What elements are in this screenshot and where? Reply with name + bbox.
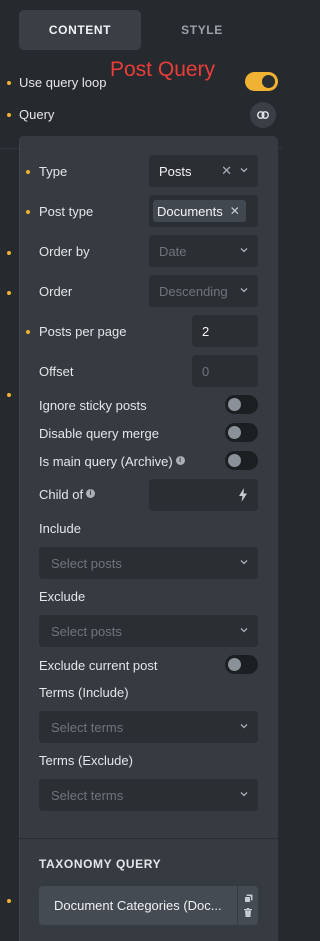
posts-per-page-value: 2 xyxy=(202,323,210,339)
toggle-knob xyxy=(228,454,241,467)
taxonomy-query-title: TAXONOMY QUERY xyxy=(39,857,162,871)
copy-icon[interactable] xyxy=(243,894,253,904)
modified-indicator xyxy=(26,170,30,174)
tab-content[interactable]: CONTENT xyxy=(19,10,141,50)
type-select[interactable]: Posts ✕ xyxy=(149,155,258,187)
post-type-chip: Documents ✕ xyxy=(153,200,246,222)
terms-include-placeholder: Select terms xyxy=(51,719,124,735)
exclude-label: Exclude xyxy=(39,589,86,604)
terms-exclude-label: Terms (Exclude) xyxy=(39,753,133,768)
remove-chip-icon[interactable]: ✕ xyxy=(230,204,240,218)
modified-indicator xyxy=(7,393,11,397)
include-label: Include xyxy=(39,521,81,536)
exclude-select[interactable]: Select posts xyxy=(39,615,258,647)
child-of-input[interactable] xyxy=(149,479,258,511)
query-edit-button[interactable] xyxy=(250,102,276,128)
ignore-sticky-label: Ignore sticky posts xyxy=(39,398,147,413)
main-query-toggle[interactable] xyxy=(225,451,258,470)
modified-indicator xyxy=(26,210,30,214)
disable-merge-toggle[interactable] xyxy=(225,423,258,442)
main-query-label: Is main query (Archive) xyxy=(39,454,173,469)
toggle-knob xyxy=(228,658,241,671)
order-by-select[interactable]: Date xyxy=(149,235,258,267)
query-label: Query xyxy=(19,107,55,122)
info-icon[interactable]: i xyxy=(86,489,96,498)
posts-per-page-input[interactable]: 2 xyxy=(192,315,258,347)
dynamic-data-icon[interactable] xyxy=(238,488,248,502)
offset-input[interactable]: 0 xyxy=(192,355,258,387)
type-value: Posts xyxy=(159,163,192,179)
info-icon[interactable]: i xyxy=(175,456,185,465)
annotation-text: Post Query xyxy=(110,58,216,81)
offset-placeholder: 0 xyxy=(202,363,210,379)
clear-icon[interactable]: ✕ xyxy=(221,163,232,179)
ignore-sticky-toggle[interactable] xyxy=(225,395,258,414)
exclude-current-toggle[interactable] xyxy=(225,655,258,674)
tab-bar: CONTENT STYLE xyxy=(19,10,263,50)
modified-indicator xyxy=(7,81,11,85)
use-query-loop-label: Use query loop xyxy=(19,75,107,90)
modified-indicator xyxy=(7,291,11,295)
order-label: Order xyxy=(39,284,73,299)
link-icon xyxy=(257,111,269,119)
chevron-down-icon xyxy=(240,560,248,565)
chevron-down-icon xyxy=(240,724,248,729)
terms-include-label: Terms (Include) xyxy=(39,685,129,700)
modified-indicator xyxy=(7,251,11,255)
include-select[interactable]: Select posts xyxy=(39,547,258,579)
terms-exclude-placeholder: Select terms xyxy=(51,787,124,803)
type-label: Type xyxy=(39,164,68,179)
chevron-down-icon xyxy=(240,168,248,173)
post-type-select[interactable]: Documents ✕ xyxy=(149,195,258,227)
modified-indicator xyxy=(7,899,11,903)
chevron-down-icon xyxy=(240,792,248,797)
terms-include-select[interactable]: Select terms xyxy=(39,711,258,743)
trash-icon[interactable] xyxy=(244,907,252,917)
offset-label: Offset xyxy=(39,364,74,379)
order-by-placeholder: Date xyxy=(159,243,187,259)
exclude-current-label: Exclude current post xyxy=(39,658,158,673)
order-select[interactable]: Descending xyxy=(149,275,258,307)
tab-style[interactable]: STYLE xyxy=(141,10,263,50)
terms-exclude-select[interactable]: Select terms xyxy=(39,779,258,811)
child-of-label: Child of xyxy=(39,487,84,502)
child-of-label-row: Child of i xyxy=(39,487,96,502)
disable-merge-label: Disable query merge xyxy=(39,426,159,441)
taxonomy-item[interactable]: Document Categories (Doc... xyxy=(39,886,258,925)
toggle-knob xyxy=(228,398,241,411)
taxonomy-item-actions xyxy=(237,886,258,925)
modified-indicator xyxy=(7,113,11,117)
order-placeholder: Descending xyxy=(159,283,228,299)
include-placeholder: Select posts xyxy=(51,555,122,571)
order-by-label: Order by xyxy=(39,244,90,259)
toggle-knob xyxy=(228,426,241,439)
chevron-down-icon xyxy=(240,628,248,633)
posts-per-page-label: Posts per page xyxy=(39,324,127,339)
chevron-down-icon xyxy=(240,248,248,253)
use-query-loop-toggle[interactable] xyxy=(245,72,278,91)
exclude-placeholder: Select posts xyxy=(51,623,122,639)
chip-label: Documents xyxy=(157,203,223,219)
panel-divider xyxy=(19,838,278,839)
modified-indicator xyxy=(26,330,30,334)
taxonomy-item-label: Document Categories (Doc... xyxy=(54,898,222,913)
toggle-knob xyxy=(262,75,275,88)
post-type-label: Post type xyxy=(39,204,94,219)
chevron-down-icon xyxy=(240,288,248,293)
main-query-label-row: Is main query (Archive) i xyxy=(39,454,185,469)
